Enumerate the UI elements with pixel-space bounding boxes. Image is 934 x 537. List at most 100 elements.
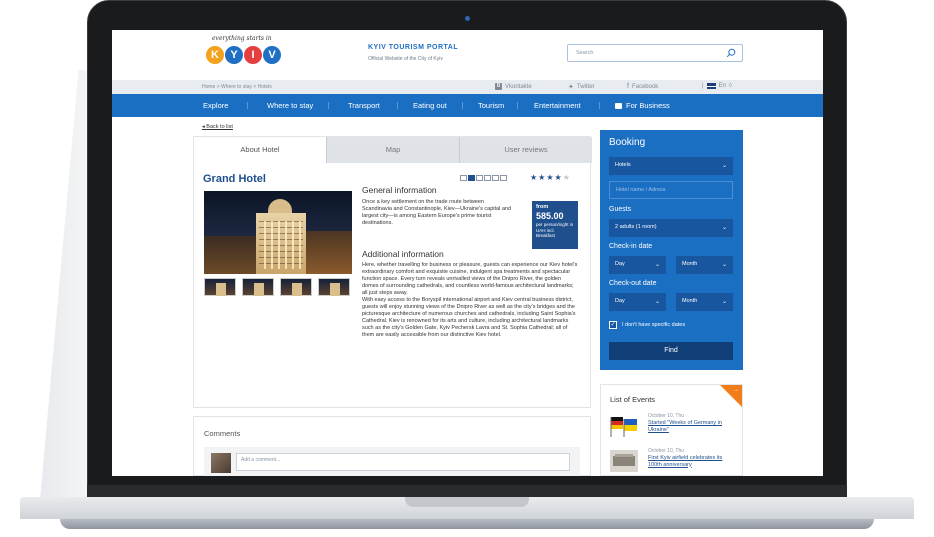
star-filled-icon: ★ — [546, 173, 555, 182]
twitter-icon: ✦ — [568, 84, 574, 91]
chevron-down-icon: ⌄ — [721, 225, 727, 231]
price-note: per person/night in UAH incl. Breakfast — [536, 222, 574, 238]
laptop-notch — [405, 497, 529, 507]
amenity-icon — [484, 175, 491, 181]
search-icon[interactable] — [726, 48, 736, 58]
webcam — [465, 16, 470, 21]
twitter-label: Twitter — [576, 84, 595, 90]
nav-separator — [517, 102, 518, 109]
event-item[interactable]: October 10, Thu First Kyiv airfield cele… — [610, 448, 740, 476]
comment-input[interactable]: Add a comment... — [236, 453, 570, 471]
hotel-tabs: About Hotel Map User reviews — [194, 137, 592, 163]
star-empty-icon: ★ — [562, 173, 571, 182]
photo-thumbnail[interactable] — [242, 278, 274, 296]
no-dates-label: I don't have specific dates — [622, 322, 686, 328]
tab-map[interactable]: Map — [326, 137, 459, 163]
tab-user-reviews[interactable]: User reviews — [459, 137, 592, 163]
search-input[interactable]: Search — [567, 44, 743, 62]
nav-separator — [397, 102, 398, 109]
chevron-down-icon: ⌄ — [721, 163, 727, 169]
vkontakte-label: Vkontakte — [505, 83, 532, 90]
laptop-screen: everything starts in K Y I V KYIV TOURIS… — [112, 30, 823, 476]
search-placeholder: Search — [576, 50, 594, 56]
event-item[interactable]: October 10, Thu Started "Weeks of German… — [610, 413, 740, 441]
nav-for-business-label: For Business — [626, 101, 670, 110]
avatar — [211, 453, 231, 473]
back-to-list-label: Back to list — [206, 124, 233, 130]
kyiv-logo[interactable]: K Y I V — [206, 46, 281, 64]
checkin-day-value: Day — [615, 261, 625, 267]
amenity-icons — [460, 175, 507, 181]
checkout-label: Check-out date — [609, 280, 657, 287]
event-link[interactable]: Started "Weeks of Germany in Ukraine" — [648, 420, 736, 433]
logo-letter-v: V — [263, 46, 281, 64]
checkin-month-value: Month — [682, 261, 698, 267]
additional-info-paragraph: With easy access to the Boryspil interna… — [362, 297, 576, 338]
language-selector[interactable]: | En ◊ — [702, 83, 732, 89]
facebook-link[interactable]: f Facebook — [627, 83, 658, 90]
nav-separator — [328, 102, 329, 109]
breadcrumb[interactable]: Home > Where to stay > Hotels — [202, 84, 272, 90]
photo-lit-windows — [259, 221, 303, 269]
logo-letter-y: Y — [225, 46, 243, 64]
main-nav: Explore Where to stay Transport Eating o… — [112, 94, 823, 117]
checkout-day-select[interactable]: Day ⌄ — [609, 293, 666, 311]
additional-info-paragraph: Here, whether travelling for business or… — [362, 262, 578, 296]
guests-select[interactable]: 2 adults (1 room) ⌄ — [609, 219, 733, 237]
photo-thumbnail[interactable] — [318, 278, 350, 296]
comments-title: Comments — [204, 429, 241, 438]
price-from: from — [536, 204, 549, 210]
vkontakte-icon: B — [495, 83, 502, 90]
event-date: October 10, Thu — [648, 413, 685, 419]
checkout-month-select[interactable]: Month ⌄ — [676, 293, 733, 311]
portal-title: KYIV TOURISM PORTAL — [368, 44, 459, 51]
price-amount: 585.00 — [536, 211, 564, 221]
checkout-month-value: Month — [682, 298, 698, 304]
facebook-icon: f — [627, 83, 629, 90]
portal-subtitle: Official Website of the City of Kyiv — [368, 56, 443, 62]
no-dates-checkbox[interactable]: ✓ I don't have specific dates — [609, 321, 685, 329]
star-rating: ★★★★★ — [530, 173, 571, 182]
nav-where-to-stay[interactable]: Where to stay — [267, 101, 313, 110]
photo-building-left — [204, 236, 256, 274]
events-panel: → List of Events October 10, Thu Started… — [600, 384, 743, 476]
photo-thumbnail[interactable] — [204, 278, 236, 296]
comment-composer: Add a comment... — [204, 447, 580, 476]
nav-tourism[interactable]: Tourism — [478, 101, 504, 110]
event-link[interactable]: First Kyiv airfield celebrates its 100th… — [648, 455, 736, 468]
nav-separator — [462, 102, 463, 109]
checkin-month-select[interactable]: Month ⌄ — [676, 256, 733, 274]
nav-entertainment[interactable]: Entertainment — [534, 101, 581, 110]
find-button[interactable]: Find — [609, 342, 733, 360]
amenity-icon — [460, 175, 467, 181]
photo-thumbnail[interactable] — [280, 278, 312, 296]
nav-eating-out[interactable]: Eating out — [413, 101, 447, 110]
nav-separator — [599, 102, 600, 109]
chevron-down-icon: ⌄ — [654, 299, 660, 305]
nav-separator — [247, 102, 248, 109]
checkin-label: Check-in date — [609, 243, 653, 250]
additional-info-text: Here, whether travelling for business or… — [362, 262, 578, 339]
tab-about-hotel[interactable]: About Hotel — [194, 137, 326, 163]
arrow-right-icon[interactable]: → — [733, 387, 739, 393]
breadcrumb-bar: Home > Where to stay > Hotels B Vkontakt… — [112, 80, 823, 94]
nav-for-business[interactable]: For Business — [615, 101, 670, 110]
vkontakte-link[interactable]: B Vkontakte — [495, 83, 532, 90]
star-filled-icon: ★ — [530, 173, 539, 182]
hotel-name-input[interactable]: Hotel name / Adress — [609, 181, 733, 199]
amenity-icon — [468, 175, 475, 181]
twitter-link[interactable]: ✦ Twitter — [568, 83, 595, 91]
guests-value: 2 adults (1 room) — [615, 224, 657, 230]
hotel-photo[interactable] — [204, 191, 352, 274]
site-header: everything starts in K Y I V KYIV TOURIS… — [112, 30, 823, 80]
checkmark-icon[interactable]: ✓ — [609, 321, 617, 329]
amenity-icon — [476, 175, 483, 181]
nav-explore[interactable]: Explore — [203, 101, 228, 110]
hotel-name: Grand Hotel — [203, 173, 266, 185]
back-to-list-link[interactable]: ◂ Back to list — [202, 124, 233, 130]
checkin-day-select[interactable]: Day ⌄ — [609, 256, 666, 274]
laptop-base-bottom — [60, 519, 874, 529]
briefcase-icon — [615, 103, 622, 109]
booking-type-select[interactable]: Hotels ⌄ — [609, 157, 733, 175]
nav-transport[interactable]: Transport — [348, 101, 380, 110]
